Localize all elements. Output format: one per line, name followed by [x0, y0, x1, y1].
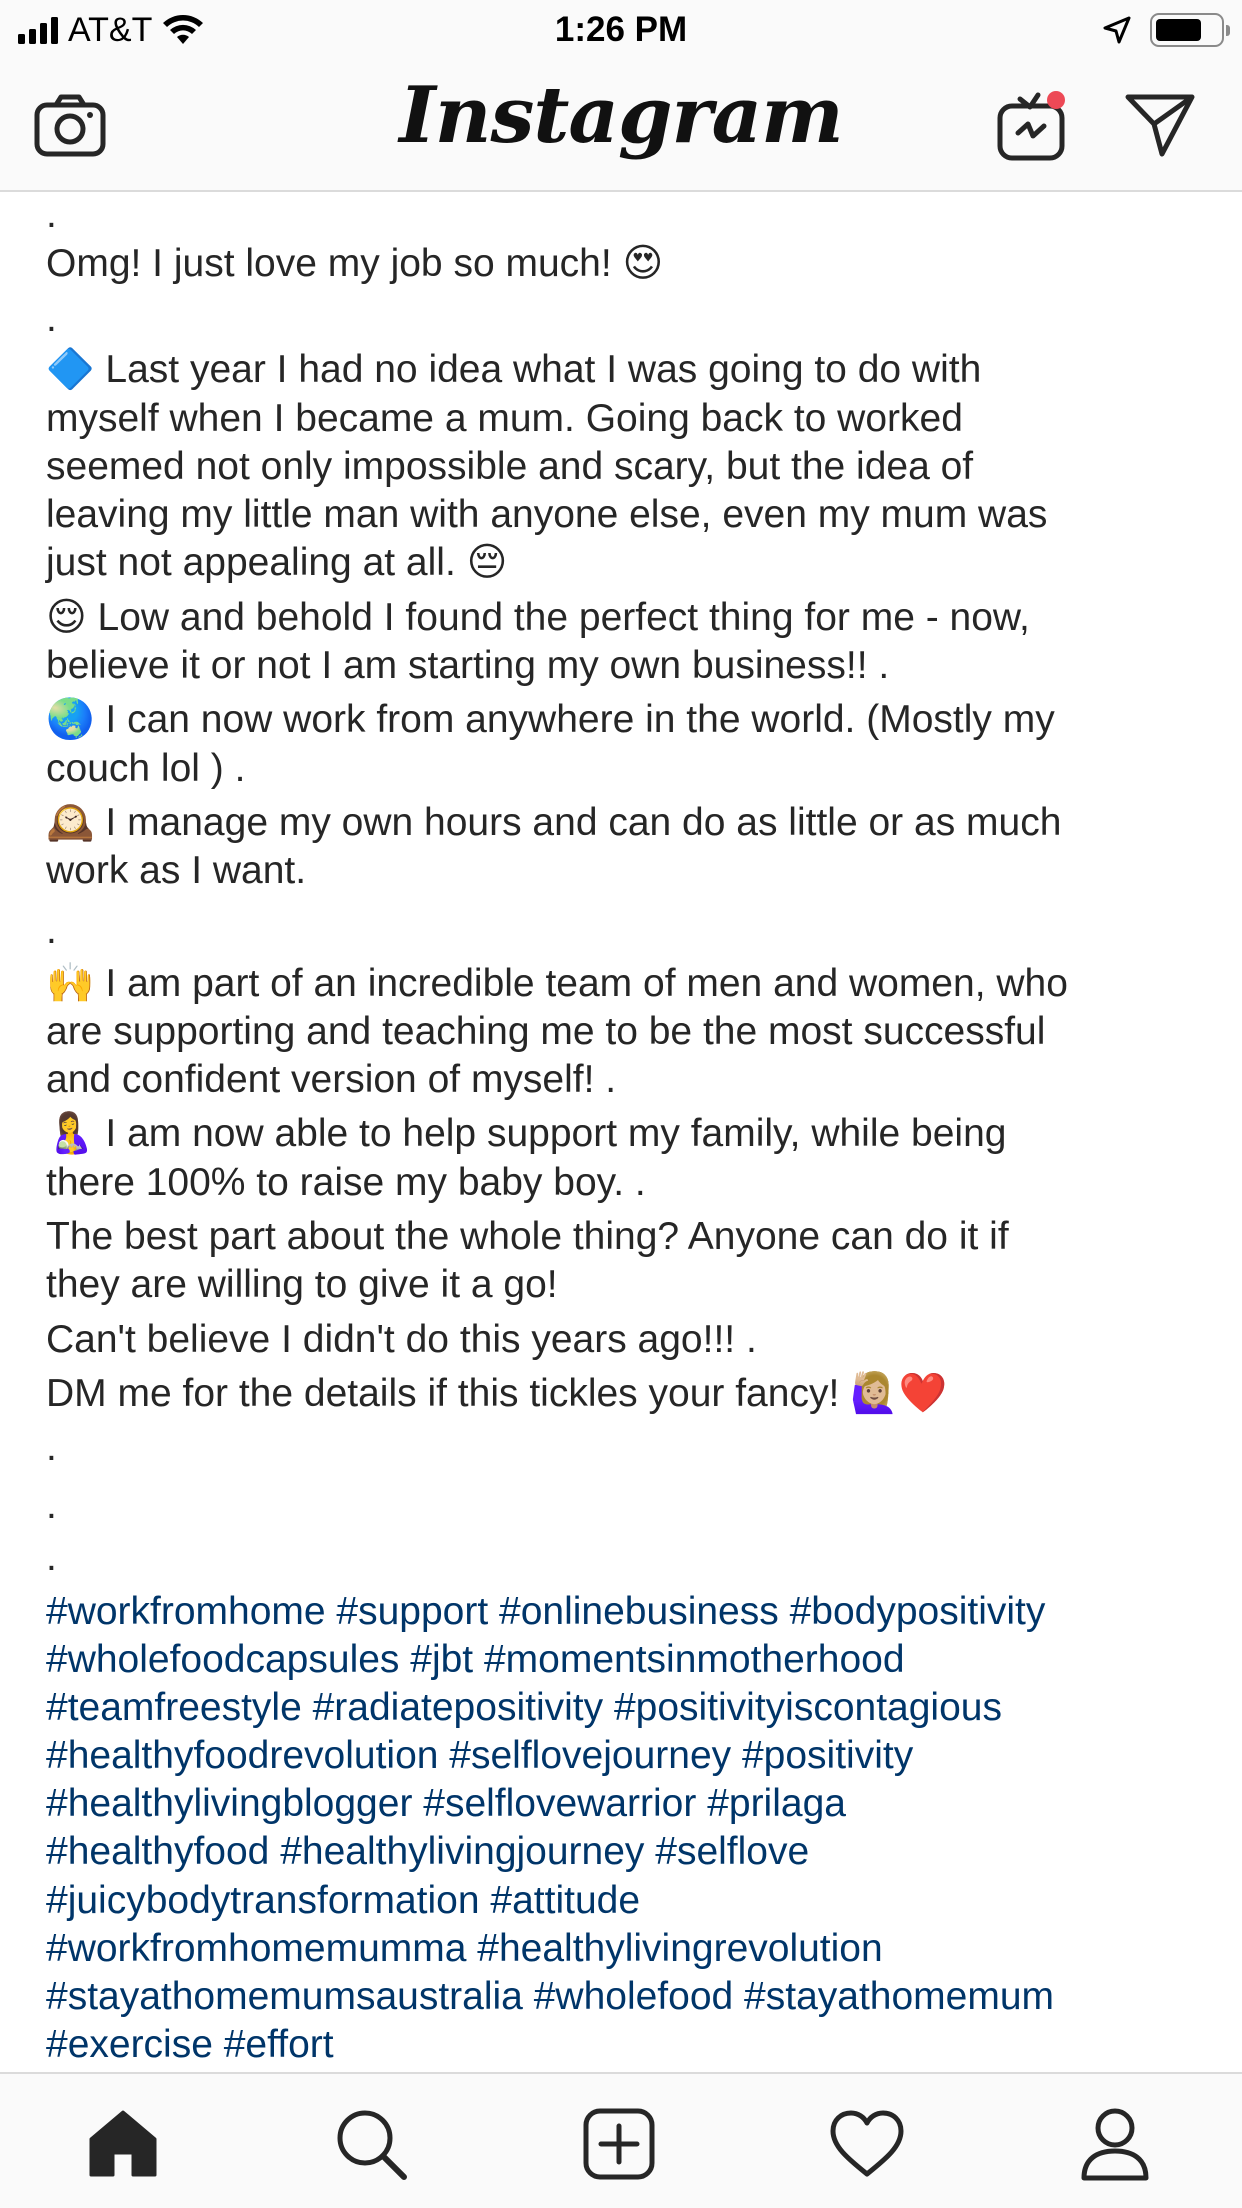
hashtag-line[interactable]: #wholefoodcapsules #jbt #momentsinmother… [46, 1636, 1216, 1684]
profile-icon [1081, 2108, 1149, 2181]
hashtag-line[interactable]: #healthyfood #healthylivingjourney #self… [46, 1828, 1216, 1876]
caption-line: Last year I had no idea what I was going… [94, 348, 982, 392]
bottom-tab-bar [0, 2072, 1242, 2208]
caption-line: Low and behold I found the perfect thing… [86, 595, 1030, 639]
caption-line: and confident version of myself! . [46, 1058, 617, 1102]
top-nav: Instagram [0, 60, 1242, 192]
caption-line: there 100% to raise my baby boy. . [46, 1160, 646, 1204]
caption-line: Omg! I just love my job so much! 😍 [46, 242, 664, 285]
caption-dot: . [46, 193, 57, 236]
tab-home[interactable] [83, 2104, 163, 2184]
caption-paragraph-found-thing: 😌 Low and behold I found the perfect thi… [46, 594, 1206, 691]
caption-line: DM me for the details if this tickles yo… [46, 1371, 948, 1415]
new-post-icon [583, 2108, 655, 2180]
hashtag-line[interactable]: #healthyfoodrevolution #selflovejourney … [46, 1732, 1216, 1780]
caption-line: seemed not only impossible and scary, bu… [46, 444, 974, 488]
caption-dot: . [46, 1426, 57, 1470]
caption-paragraph-family: 🤱 I am now able to help support my famil… [46, 1110, 1206, 1207]
post-caption: . Omg! I just love my job so much! 😍 . 🔷… [46, 193, 1206, 1584]
caption-line: work as I want. [46, 849, 307, 893]
caption-line: I am now able to help support my family,… [94, 1112, 1007, 1156]
caption-line: Can't believe I didn't do this years ago… [46, 1317, 757, 1361]
hashtag-line[interactable]: #stayathomemumsaustralia #wholefood #sta… [46, 1973, 1216, 2021]
caption-line: leaving my little man with anyone else, … [46, 493, 1048, 537]
caption-paragraph-team: 🙌 I am part of an incredible team of men… [46, 960, 1206, 1105]
caption-dot: . [46, 1484, 57, 1528]
globe-emoji: 🌏 [46, 697, 95, 743]
tab-profile[interactable] [1075, 2104, 1155, 2184]
caption-dot: . [46, 297, 57, 341]
igtv-icon [997, 91, 1065, 161]
hashtag-line[interactable]: #workfromhomemumma #healthylivingrevolut… [46, 1925, 1216, 1973]
caption-line: I can now work from anywhere in the worl… [94, 698, 1055, 742]
tab-search[interactable] [331, 2104, 411, 2184]
status-bar: AT&T 1:26 PM [0, 0, 1242, 60]
caption-paragraph-closing: The best part about the whole thing? Any… [46, 1213, 1206, 1418]
direct-message-button[interactable] [1124, 90, 1196, 160]
hashtag-line[interactable]: #exercise #effort [46, 2021, 1216, 2069]
search-icon [337, 2110, 407, 2180]
caption-line: are supporting and teaching me to be the… [46, 1009, 1046, 1053]
home-icon [89, 2110, 157, 2177]
blue-diamond-emoji: 🔷 [46, 347, 95, 393]
status-time: 1:26 PM [554, 10, 688, 49]
caption-paragraph-hours: 🕰️ I manage my own hours and can do as l… [46, 799, 1206, 896]
caption-line: I am part of an incredible team of men a… [94, 961, 1068, 1005]
status-right [1102, 12, 1230, 48]
hashtag-line[interactable]: #healthylivingblogger #selflovewarrior #… [46, 1780, 1216, 1828]
raising-hands-emoji: 🙌 [46, 960, 95, 1006]
battery-level [1156, 19, 1201, 41]
tab-activity[interactable] [827, 2104, 907, 2184]
caption-line: they are willing to give it a go! [46, 1263, 558, 1307]
location-arrow-icon [1103, 16, 1131, 44]
hashtag-line[interactable]: #workfromhome #support #onlinebusiness #… [46, 1588, 1216, 1636]
hashtag-block: #workfromhome #support #onlinebusiness #… [46, 1588, 1216, 2069]
caption-line: I manage my own hours and can do as litt… [94, 800, 1062, 844]
clock-emoji: 🕰️ [46, 799, 95, 845]
caption-paragraph-last-year: 🔷 Last year I had no idea what I was goi… [46, 346, 1206, 587]
battery-icon [1150, 13, 1230, 47]
breastfeeding-emoji: 🤱 [46, 1111, 95, 1157]
caption-dot: . [46, 1536, 57, 1580]
tab-new-post[interactable] [579, 2104, 659, 2184]
caption-line: couch lol ) . [46, 746, 246, 790]
caption-paragraph-anywhere: 🌏 I can now work from anywhere in the wo… [46, 696, 1206, 793]
caption-line: myself when I became a mum. Going back t… [46, 396, 963, 440]
activity-heart-icon [830, 2110, 904, 2177]
caption-line: believe it or not I am starting my own b… [46, 644, 890, 688]
direct-message-icon [1125, 94, 1195, 157]
caption-line: The best part about the whole thing? Any… [46, 1215, 1009, 1259]
caption-dot: . [46, 908, 57, 952]
hashtag-line[interactable]: #teamfreestyle #radiatepositivity #posit… [46, 1684, 1216, 1732]
igtv-button[interactable] [996, 86, 1068, 162]
relieved-face-emoji: 😌 [46, 594, 87, 640]
caption-line: just not appealing at all. 😔 [46, 541, 508, 585]
hashtag-line[interactable]: #juicybodytransformation #attitude [46, 1877, 1216, 1925]
